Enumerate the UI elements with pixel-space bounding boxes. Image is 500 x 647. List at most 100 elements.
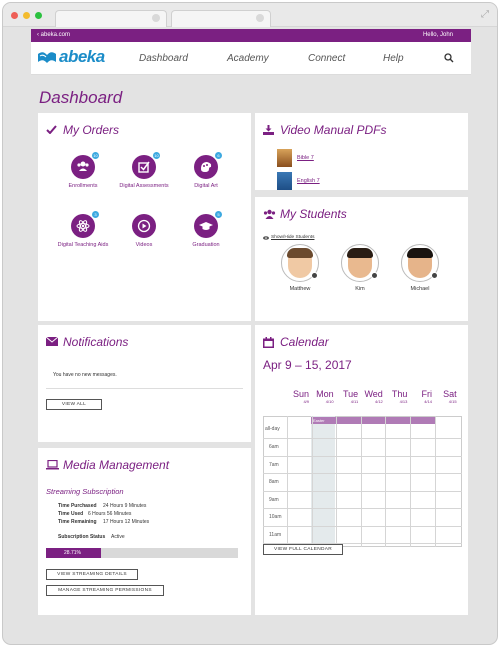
day-date: 4/14	[424, 399, 432, 404]
grid-col-line	[336, 416, 338, 547]
browser-window: ⤢ ‹ abeka.com Hello, John abeka Dashboar…	[2, 2, 498, 645]
student-name: Michael	[410, 286, 430, 292]
count-badge: 10	[152, 151, 161, 160]
student-name: Matthew	[289, 286, 311, 292]
toggle-students-link[interactable]: Show/Hide Students	[271, 235, 314, 240]
time-remaining-value: 17 Hours 12 Minutes	[103, 519, 150, 525]
order-videos[interactable]: Videos	[113, 214, 175, 249]
settings-icon[interactable]	[371, 272, 378, 279]
nav-dashboard[interactable]: Dashboard	[139, 53, 188, 64]
manage-streaming-permissions-button[interactable]: MANAGE STREAMING PERMISSIONS	[46, 585, 164, 596]
view-streaming-details-button[interactable]: VIEW STREAMING DETAILS	[46, 569, 138, 580]
pdf-link-english[interactable]: English 7	[297, 178, 320, 184]
bible-thumbnail[interactable]	[277, 149, 292, 167]
book-logo-icon	[38, 52, 56, 63]
expand-icon[interactable]: ⤢	[481, 9, 489, 20]
browser-tab[interactable]	[171, 10, 271, 27]
tab-close-icon[interactable]	[256, 14, 264, 22]
view-full-calendar-button[interactable]: VIEW FULL CALENDAR	[263, 544, 343, 555]
back-link[interactable]: ‹ abeka.com	[37, 32, 70, 38]
day-date: 4/13	[399, 399, 408, 404]
notifications-panel: Notifications You have no new messages. …	[38, 325, 251, 442]
day-header: Sat 4/15	[435, 389, 457, 404]
event-label: Easter	[313, 418, 325, 423]
calendar-panel: Calendar Apr 9 – 15, 2017 Sun 4/9 Mon 4/10 T…	[255, 325, 468, 615]
play-icon	[137, 219, 151, 233]
minimize-dot[interactable]	[23, 12, 30, 19]
browser-chrome: ⤢	[3, 3, 497, 27]
nav-connect[interactable]: Connect	[308, 53, 345, 64]
order-digital-art[interactable]: 6 Digital Art	[175, 151, 237, 190]
order-digital-assessments[interactable]: 10 Digital Assessments	[113, 151, 175, 190]
day-header: Tue 4/11	[336, 389, 358, 404]
day-header: Sun 4/9	[287, 389, 309, 404]
check-icon	[46, 125, 57, 134]
download-icon	[263, 125, 274, 135]
search-icon[interactable]	[444, 53, 454, 63]
day-header: Mon 4/10	[312, 389, 334, 404]
time-purchased-value: 24 Hours 9 Minutes	[103, 503, 147, 509]
student-matthew[interactable]: Matthew	[275, 244, 325, 292]
logo-text: abeka	[59, 47, 105, 66]
grid-col-line	[311, 416, 313, 547]
day-name: Sun	[292, 389, 309, 399]
settings-icon[interactable]	[431, 272, 438, 279]
order-enrollments[interactable]: 10 Enrollments	[52, 151, 114, 190]
day-date: 4/15	[448, 399, 457, 404]
dashboard-content: Dashboard My Orders 10 Enrollments 10 Di…	[31, 76, 471, 621]
day-name: Thu	[391, 389, 408, 399]
tab-close-icon[interactable]	[152, 14, 160, 22]
day-date: 4/10	[325, 399, 334, 404]
page-title: Dashboard	[39, 88, 123, 107]
grid-row-line	[263, 525, 462, 527]
nav-help[interactable]: Help	[383, 53, 404, 64]
order-label: Digital Assessments	[119, 183, 169, 189]
maximize-dot[interactable]	[35, 12, 42, 19]
order-label: Digital Teaching Aids	[57, 242, 109, 248]
day-date: 4/12	[375, 399, 383, 404]
time-used-label: Time Used	[58, 511, 84, 517]
order-label: Graduation	[192, 242, 220, 248]
calendar-icon	[263, 337, 274, 348]
order-digital-teaching-aids[interactable]: 3 Digital Teaching Aids	[52, 210, 114, 249]
student-kim[interactable]: Kim	[335, 244, 385, 292]
notifications-title: Notifications	[63, 335, 129, 349]
settings-icon[interactable]	[311, 272, 318, 279]
grid-col-line	[360, 416, 362, 547]
hour-label: 11am	[269, 531, 282, 538]
day-header: Thu 4/13	[385, 389, 408, 404]
pdf-link-bible[interactable]: Bible 7	[297, 155, 314, 161]
users-icon	[263, 209, 276, 219]
day-name: Wed	[364, 389, 383, 399]
greeting[interactable]: Hello, John	[423, 32, 453, 38]
english-thumbnail[interactable]	[277, 172, 292, 190]
grid-col-line	[385, 416, 387, 547]
main-nav: abeka Dashboard Academy Connect Help	[31, 42, 471, 75]
count-badge: 10	[91, 151, 100, 160]
progress-text: 28.71%	[64, 550, 81, 556]
easter-event[interactable]: Easter	[311, 417, 435, 424]
grid-row-line	[263, 455, 462, 457]
day-name: Mon	[316, 389, 334, 399]
order-label: Enrollments	[68, 183, 98, 189]
order-graduation[interactable]: 5 Graduation	[175, 210, 237, 249]
nav-academy[interactable]: Academy	[227, 53, 269, 64]
media-title: Media Management	[63, 458, 170, 472]
view-all-button[interactable]: VIEW ALL	[46, 399, 102, 410]
allday-label: all-day	[265, 426, 280, 432]
eye-icon	[263, 236, 269, 240]
grid-col-line	[287, 416, 288, 547]
close-dot[interactable]	[11, 12, 18, 19]
account-bar: ‹ abeka.com Hello, John	[31, 29, 471, 42]
media-panel: Media Management Streaming Subscription …	[38, 448, 251, 615]
pdfs-panel: Video Manual PDFs Bible 7 English 7	[255, 113, 468, 190]
abeka-logo[interactable]: abeka	[37, 47, 105, 67]
streaming-subtitle: Streaming Subscription	[46, 487, 124, 496]
orders-title: My Orders	[63, 123, 120, 137]
browser-tab[interactable]	[55, 10, 167, 27]
calendar-title: Calendar	[280, 335, 329, 349]
student-michael[interactable]: Michael	[395, 244, 445, 292]
count-badge: 6	[214, 151, 223, 160]
hour-label: 8am	[269, 479, 279, 485]
hour-label: 7am	[269, 461, 279, 468]
